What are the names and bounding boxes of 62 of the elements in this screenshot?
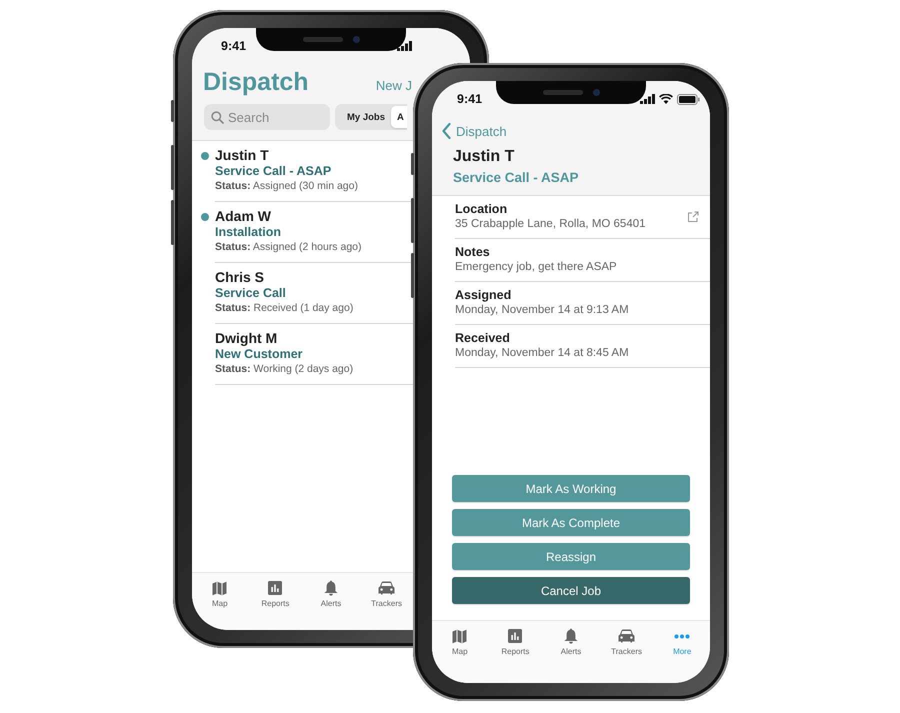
- car-icon: [378, 581, 396, 595]
- job-status: Status: Assigned (2 hours ago): [215, 240, 362, 255]
- action-button[interactable]: Mark As Working: [452, 475, 690, 502]
- tab[interactable]: Map: [432, 628, 488, 656]
- segment-tab[interactable]: A: [391, 106, 407, 128]
- field-value: Emergency job, get there ASAP: [455, 260, 618, 275]
- back-button[interactable]: Dispatch: [432, 117, 507, 145]
- tab[interactable]: Reports: [248, 580, 304, 608]
- segment-tab[interactable]: My Jobs: [337, 106, 392, 128]
- job-customer[interactable]: Chris S: [215, 269, 264, 285]
- screen-title: Dispatch: [203, 68, 309, 96]
- job-customer[interactable]: Adam W: [215, 208, 271, 224]
- job-type: Service Call - ASAP: [215, 163, 332, 179]
- action-button[interactable]: Reassign: [452, 543, 690, 570]
- job-customer[interactable]: Justin T: [215, 147, 269, 163]
- tab[interactable]: Alerts: [543, 628, 599, 656]
- customer-name: Justin T: [453, 147, 516, 167]
- back-chevron-icon: [442, 123, 451, 139]
- job-row[interactable]: Adam W Installation Status: Assigned (2 hours ago): [192, 202, 413, 262]
- cancel-job-button[interactable]: Cancel Job: [452, 577, 690, 604]
- status-time: 9:41: [221, 39, 246, 53]
- job-row[interactable]: Dwight M New Customer Status: Working (2 days ago): [192, 324, 413, 384]
- bell-icon: [324, 580, 338, 596]
- bell-icon: [564, 628, 578, 644]
- job-type: New Customer: [215, 346, 303, 362]
- map-icon: [212, 580, 228, 596]
- field-value: Monday, November 14 at 9:13 AM: [455, 303, 630, 318]
- map-icon: [452, 628, 468, 644]
- job-status: Status: Working (2 days ago): [215, 362, 354, 377]
- job-status: Status: Received (1 day ago): [215, 301, 354, 316]
- job-customer[interactable]: Dwight M: [215, 330, 278, 346]
- action-button[interactable]: Mark As Complete: [452, 509, 690, 536]
- job-type: Service Call: [215, 285, 286, 301]
- battery-icon: [677, 94, 700, 104]
- more-dots-icon: [674, 634, 690, 638]
- tab[interactable]: Map: [192, 580, 248, 608]
- signal-icon: [397, 41, 412, 51]
- search-icon: [211, 111, 224, 124]
- signal-icon: [640, 94, 655, 104]
- status-time: 9:41: [457, 92, 482, 106]
- external-link-icon[interactable]: [687, 211, 699, 223]
- job-status: Status: Assigned (30 min ago): [215, 179, 358, 194]
- tab[interactable]: Trackers: [598, 628, 654, 656]
- field-label: Notes: [455, 245, 491, 260]
- tab[interactable]: More: [654, 628, 710, 656]
- job-row[interactable]: Justin T Service Call - ASAP Status: Assigned (30 min ago): [192, 141, 413, 201]
- field-value: 35 Crabapple Lane, Rolla, MO 65401: [455, 217, 647, 232]
- search-field[interactable]: Search: [204, 104, 330, 130]
- wifi-icon: [659, 94, 673, 104]
- field-label: Location: [455, 202, 508, 217]
- job-type: Installation: [215, 224, 281, 240]
- tab[interactable]: Alerts: [303, 580, 359, 608]
- field-value: Monday, November 14 at 8:45 AM: [455, 346, 630, 361]
- field-label: Received: [455, 331, 511, 346]
- job-type: Service Call - ASAP: [453, 169, 580, 187]
- bar-chart-icon: [268, 581, 282, 595]
- field-label: Assigned: [455, 288, 512, 303]
- car-icon: [618, 629, 636, 643]
- job-row[interactable]: Chris S Service Call Status: Received (1 day ago): [192, 263, 413, 323]
- bar-chart-icon: [508, 629, 522, 643]
- new-job-link[interactable]: New J: [376, 78, 412, 92]
- tab[interactable]: Reports: [488, 628, 544, 656]
